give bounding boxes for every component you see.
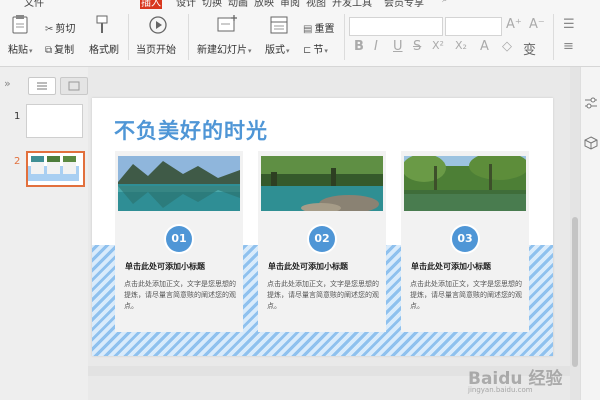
card-subtitle[interactable]: 单击此处可添加小标题 — [411, 261, 491, 272]
font-color-button[interactable]: A — [480, 39, 489, 54]
menu-animation[interactable]: 动画 — [228, 0, 248, 9]
font-size-select[interactable] — [445, 17, 502, 36]
ribbon-separator — [344, 14, 345, 60]
shrink-font-button[interactable]: A⁻ — [529, 17, 545, 32]
subscript-button[interactable]: X₂ — [455, 39, 467, 52]
ribbon-separator — [128, 14, 129, 60]
section-button[interactable]: ⊏ 节▾ — [303, 41, 328, 56]
slide-number: 1 — [14, 111, 21, 122]
format-painter-button[interactable]: 格式刷 — [89, 41, 119, 56]
card-body[interactable]: 点击此处添加正文，文字是您思想的提炼，请尽量言简意赅的阐述您的观点。 — [267, 279, 379, 312]
vertical-scrollbar[interactable] — [570, 67, 580, 400]
menu-review[interactable]: 审阅 — [280, 0, 300, 9]
collapse-panel-icon[interactable]: » — [4, 77, 11, 90]
new-slide-icon[interactable] — [216, 14, 238, 34]
menu-insert[interactable]: 插入 — [140, 0, 162, 9]
card-photo-rocks — [261, 156, 383, 211]
slide-canvas[interactable]: 不负美好的时光 01 单击此处可添加小标题 点击此处添加正文，文字是您思想的提炼… — [88, 67, 570, 400]
ribbon-separator — [553, 14, 554, 60]
bullet-list-icon[interactable]: ☰ — [563, 17, 575, 32]
ribbon-toolbar: 粘贴▾ ✂ 剪切 ⧉ 复制 格式刷 当页开始 新建幻灯片▾ 版式▾ ▤ 重置 ⊏ 节▾ … — [0, 10, 600, 67]
shape-cube-icon[interactable] — [584, 135, 598, 154]
menu-design[interactable]: 设计 — [176, 0, 196, 9]
card-photo-forest — [404, 156, 526, 211]
layout-button[interactable]: 版式▾ — [265, 41, 290, 56]
cut-button[interactable]: ✂ 剪切 — [45, 20, 75, 35]
font-family-select[interactable] — [349, 17, 443, 36]
text-effect-button[interactable]: 变 — [523, 39, 536, 58]
tab-outline-view[interactable] — [60, 77, 88, 95]
card-body[interactable]: 点击此处添加正文，文字是您思想的提炼，请尽量言简意赅的阐述您的观点。 — [410, 279, 522, 312]
card-body[interactable]: 点击此处添加正文，文字是您思想的提炼，请尽量言简意赅的阐述您的观点。 — [124, 279, 236, 312]
strikethrough-button[interactable]: S — [413, 39, 421, 54]
grow-font-button[interactable]: A⁺ — [506, 17, 522, 32]
slide-title[interactable]: 不负美好的时光 — [114, 115, 268, 145]
align-left-icon[interactable]: ≡ — [563, 39, 574, 54]
slide-thumbnail-1[interactable] — [26, 104, 83, 138]
card-number-badge: 03 — [452, 226, 478, 252]
menu-developer[interactable]: 开发工具 — [332, 0, 372, 9]
card-3[interactable]: 03 单击此处可添加小标题 点击此处添加正文，文字是您思想的提炼，请尽量言简意赅… — [401, 151, 529, 332]
layout-icon[interactable] — [270, 16, 288, 34]
scissors-icon: ✂ — [45, 24, 54, 35]
play-from-current-button[interactable]: 当页开始 — [136, 41, 176, 56]
copy-button[interactable]: ⧉ 复制 — [45, 41, 74, 56]
superscript-button[interactable]: X² — [432, 39, 444, 52]
paste-button[interactable]: 粘贴▾ — [8, 41, 33, 56]
ribbon-separator — [188, 14, 189, 60]
menu-member[interactable]: 会员专享 — [384, 0, 424, 9]
right-side-panel — [580, 67, 600, 400]
reset-button[interactable]: ▤ 重置 — [303, 20, 334, 35]
tab-slides-view[interactable] — [28, 77, 56, 95]
italic-button[interactable]: I — [374, 39, 378, 54]
paste-icon[interactable] — [11, 14, 29, 34]
slide-number: 2 — [14, 156, 21, 167]
menu-transition[interactable]: 切换 — [202, 0, 222, 9]
format-painter-icon[interactable] — [94, 15, 110, 35]
reset-icon: ▤ — [303, 24, 313, 35]
card-number-badge: 02 — [309, 226, 335, 252]
play-icon[interactable] — [148, 15, 168, 35]
card-1[interactable]: 01 单击此处可添加小标题 点击此处添加正文，文字是您思想的提炼，请尽量言简意赅… — [115, 151, 243, 332]
new-slide-button[interactable]: 新建幻灯片▾ — [197, 41, 252, 56]
clear-format-button[interactable]: ◇ — [502, 39, 512, 54]
menu-slideshow[interactable]: 放映 — [254, 0, 274, 9]
menu-bar: 文件 插入 设计 切换 动画 放映 审阅 视图 开发工具 会员专享 ⌕ — [0, 0, 600, 10]
search-icon[interactable]: ⌕ — [442, 0, 448, 5]
settings-sliders-icon[interactable] — [584, 95, 598, 114]
slides-panel: » 1 2 — [0, 67, 88, 400]
slide[interactable]: 不负美好的时光 01 单击此处可添加小标题 点击此处添加正文，文字是您思想的提炼… — [92, 98, 553, 356]
card-subtitle[interactable]: 单击此处可添加小标题 — [125, 261, 205, 272]
underline-button[interactable]: U — [393, 39, 403, 54]
card-subtitle[interactable]: 单击此处可添加小标题 — [268, 261, 348, 272]
card-2[interactable]: 02 单击此处可添加小标题 点击此处添加正文，文字是您思想的提炼，请尽量言简意赅… — [258, 151, 386, 332]
bold-button[interactable]: B — [354, 39, 364, 54]
copy-icon: ⧉ — [45, 45, 53, 56]
scrollbar-thumb[interactable] — [572, 217, 578, 367]
card-number-badge: 01 — [166, 226, 192, 252]
slide-thumbnail-2[interactable] — [26, 151, 85, 187]
menu-file[interactable]: 文件 — [24, 0, 44, 9]
menu-view[interactable]: 视图 — [306, 0, 326, 9]
section-icon: ⊏ — [303, 45, 312, 56]
baidu-watermark-logo: Baidu 经验 jingyan.baidu.com — [468, 369, 563, 394]
card-photo-lake — [118, 156, 240, 211]
